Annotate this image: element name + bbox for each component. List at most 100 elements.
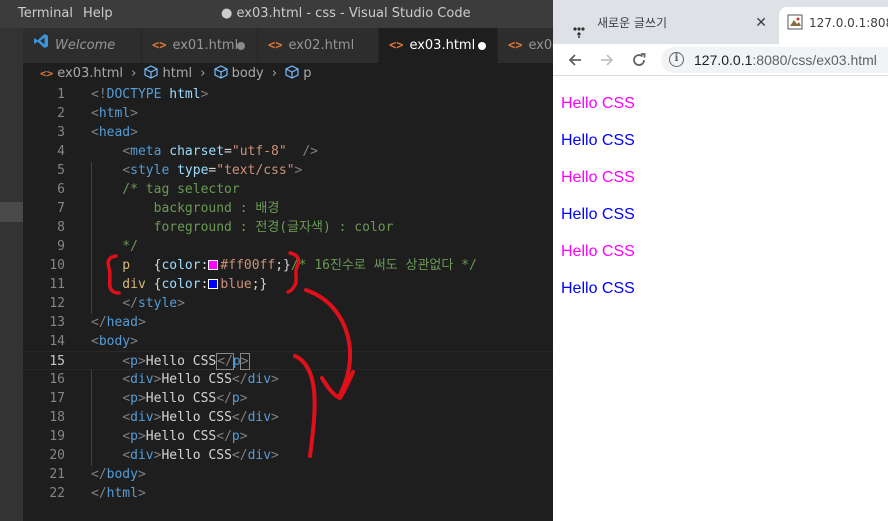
- output-p-2: Hello CSS: [561, 169, 635, 186]
- code-line[interactable]: 10 p {color: #ff00ff;}/* 16진수로 써도 상관없다 */: [23, 256, 553, 275]
- code-token: </: [231, 410, 248, 425]
- tab-label: ex02.html: [288, 38, 355, 53]
- unsaved-dot-icon[interactable]: [237, 42, 245, 50]
- code-token: >: [239, 429, 248, 444]
- code-text: <style type="text/css">: [91, 161, 302, 180]
- code-line[interactable]: 16 <div>Hello CSS</div>: [23, 370, 553, 389]
- code-line[interactable]: 8 foreground : 전경(글자색) : color: [23, 218, 553, 237]
- code-text: </style>: [91, 294, 185, 313]
- line-number: 17: [49, 391, 65, 406]
- code-token: </: [216, 391, 232, 406]
- code-token: <: [122, 163, 131, 178]
- code-token: <: [91, 334, 99, 349]
- code-line[interactable]: 5 <style type="text/css">: [23, 161, 553, 180]
- code-token: <: [122, 410, 131, 425]
- url-host: 127.0.0.1: [694, 52, 753, 68]
- tab-ex04[interactable]: <> ex04: [498, 28, 553, 63]
- chevron-right-icon: ›: [271, 66, 278, 81]
- tab-welcome[interactable]: Welcome: [23, 28, 142, 63]
- code-line[interactable]: 19 <p>Hello CSS</p>: [23, 427, 553, 446]
- code-line[interactable]: 6 /* tag selector: [23, 180, 553, 199]
- code-token: <: [122, 144, 131, 159]
- code-text: <body>: [91, 332, 138, 351]
- activity-bar-selected-item[interactable]: [0, 202, 23, 222]
- line-number: 14: [49, 334, 65, 349]
- line-number: 16: [49, 372, 65, 387]
- code-line[interactable]: 13 </head>: [23, 313, 553, 332]
- code-token: /* 16진수로 써도 상관없다 */: [290, 258, 477, 273]
- code-token: <: [91, 125, 99, 140]
- code-text: </head>: [91, 313, 146, 332]
- code-editor[interactable]: 1 <!DOCTYPE html> 2 <html> 3 <head> 4 <meta ch…: [23, 85, 553, 521]
- code-token: div: [247, 448, 272, 463]
- tab-ex01[interactable]: <> ex01.html: [142, 28, 258, 63]
- code-token: head: [106, 315, 138, 330]
- code-line[interactable]: 7 background : 배경: [23, 199, 553, 218]
- browser-window: 새로운 글쓰기 ✕ 127.0.0.1:8080 i 127.0.0.1:808…: [553, 0, 888, 521]
- url-path: :8080/css/ex03.html: [752, 52, 877, 68]
- browser-tab-localhost[interactable]: 127.0.0.1:8080: [779, 7, 888, 44]
- code-token: >: [177, 296, 185, 311]
- site-info-icon[interactable]: i: [669, 52, 684, 67]
- code-token: <: [122, 372, 131, 387]
- code-text: <html>: [91, 104, 138, 123]
- code-token: Hello CSS: [145, 391, 217, 406]
- code-line[interactable]: 11 div {color: blue;}: [23, 275, 553, 294]
- code-line[interactable]: 1 <!DOCTYPE html>: [23, 85, 553, 104]
- breadcrumb-html[interactable]: html: [162, 66, 192, 81]
- code-token: p: [232, 354, 241, 369]
- code-line[interactable]: 20 <div>Hello CSS</div>: [23, 446, 553, 465]
- code-line[interactable]: 2 <html>: [23, 104, 553, 123]
- tab-ex03[interactable]: <> ex03.html: [379, 28, 498, 63]
- breadcrumb-body[interactable]: body: [232, 66, 264, 81]
- tab-ex02[interactable]: <> ex02.html: [258, 28, 379, 63]
- site-favicon-icon: [573, 18, 585, 44]
- code-token: background : 배경: [91, 201, 280, 216]
- back-arrow-icon[interactable]: [563, 48, 587, 72]
- code-token: </: [216, 429, 232, 444]
- activity-bar: [0, 28, 23, 521]
- menu-help[interactable]: Help: [83, 6, 113, 21]
- unsaved-dot-icon[interactable]: [478, 42, 486, 50]
- code-text: background : 배경: [91, 199, 280, 218]
- line-number: 12: [49, 296, 65, 311]
- code-token: >: [137, 429, 146, 444]
- browser-tab-label: 새로운 글쓰기: [597, 16, 668, 30]
- code-line[interactable]: 22 </html>: [23, 484, 553, 503]
- title-bar: Terminal Help ● ex03.html - css - Visual…: [0, 0, 553, 28]
- address-bar[interactable]: i 127.0.0.1:8080/css/ex03.html: [661, 47, 888, 73]
- code-token: >: [271, 410, 279, 425]
- code-token: div: [130, 448, 154, 463]
- code-line[interactable]: 17 <p>Hello CSS</p>: [23, 389, 553, 408]
- code-line[interactable]: 15 <p>Hello CSS</p>: [23, 351, 553, 370]
- code-token: /* tag selector: [91, 182, 240, 197]
- code-line[interactable]: 12 </style>: [23, 294, 553, 313]
- code-line[interactable]: 9 */: [23, 237, 553, 256]
- reload-icon[interactable]: [627, 48, 651, 72]
- close-icon[interactable]: ✕: [755, 7, 767, 40]
- code-text: <div>Hello CSS</div>: [91, 446, 279, 465]
- code-token: <: [122, 448, 131, 463]
- code-line[interactable]: 14 <body>: [23, 332, 553, 351]
- code-token: "utf-8": [231, 144, 287, 159]
- code-token: >: [200, 87, 209, 102]
- code-text: <p>Hello CSS</p>: [91, 389, 247, 408]
- breadcrumb-file[interactable]: ex03.html: [57, 66, 123, 81]
- browser-tab-new-post[interactable]: 새로운 글쓰기 ✕: [561, 7, 775, 44]
- forward-arrow-icon[interactable]: [595, 48, 619, 72]
- breadcrumb-p[interactable]: p: [303, 66, 311, 81]
- code-text: /* tag selector: [91, 180, 240, 199]
- code-line[interactable]: 4 <meta charset="utf-8" />: [23, 142, 553, 161]
- code-text: <p>Hello CSS</p>: [91, 352, 250, 371]
- code-token: style: [137, 296, 178, 311]
- menu-terminal[interactable]: Terminal: [18, 6, 73, 21]
- html-file-icon: <>: [508, 38, 523, 52]
- html-file-icon: <>: [40, 67, 54, 80]
- code-token: #ff00ff: [220, 258, 276, 273]
- code-token: >: [294, 163, 303, 178]
- code-line[interactable]: 21 </body>: [23, 465, 553, 484]
- code-line[interactable]: 3 <head>: [23, 123, 553, 142]
- code-line[interactable]: 18 <div>Hello CSS</div>: [23, 408, 553, 427]
